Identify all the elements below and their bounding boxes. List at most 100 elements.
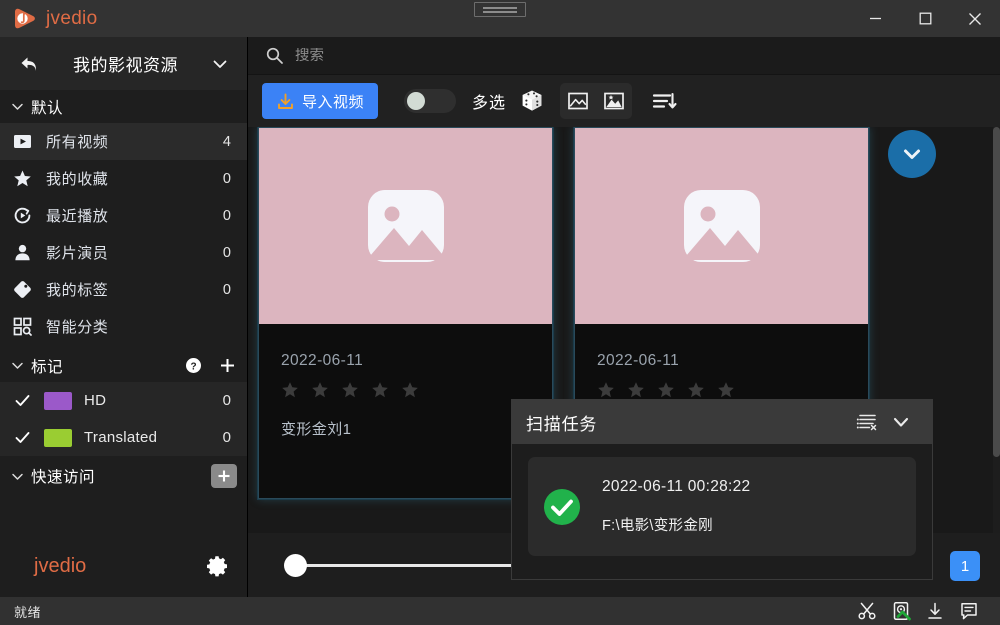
star-icon (282, 382, 298, 398)
dice-icon[interactable] (514, 83, 550, 119)
video-card-rating[interactable] (597, 381, 846, 399)
image-outline-icon[interactable] (560, 83, 596, 119)
plus-box-icon[interactable] (211, 464, 237, 488)
download-import-icon (276, 92, 295, 111)
sidebar-item-recent-play-label: 最近播放 (46, 208, 109, 225)
sidebar-footer: jvedio (0, 535, 248, 597)
play-rect-icon (12, 132, 32, 151)
scan-task-item[interactable]: 2022-06-11 00:28:22 F:\电影\变形金刚 (528, 457, 916, 556)
chevron-down-circle-icon[interactable] (888, 130, 936, 178)
star-icon (312, 382, 328, 398)
title-bar: jvedio (0, 0, 1000, 37)
sidebar-tag-translated-count: 0 (222, 429, 231, 446)
app-window: jvedio 我的影视资源 默认 所有视频 4 我的收藏 0 最近播放 0 影片… (0, 0, 1000, 625)
chevron-down-icon (10, 99, 25, 114)
import-video-button[interactable]: 导入视频 (262, 83, 379, 119)
sidebar-library-title: 我的影视资源 (73, 56, 178, 75)
sidebar-group-marks[interactable]: 标记 ? (0, 349, 247, 382)
star-icon (402, 382, 418, 398)
app-brand: jvedio (0, 6, 248, 31)
vertical-scrollbar[interactable] (993, 127, 1000, 597)
import-video-label: 导入视频 (302, 93, 365, 111)
sidebar-group-quick-access[interactable]: 快速访问 (0, 456, 247, 496)
sidebar-item-smart-category[interactable]: 智能分类 (0, 308, 247, 345)
svg-text:?: ? (190, 361, 196, 372)
sidebar-tag-translated[interactable]: Translated 0 (0, 419, 247, 456)
window-drag-handle-icon[interactable] (474, 2, 526, 17)
sidebar: 我的影视资源 默认 所有视频 4 我的收藏 0 最近播放 0 影片演员 0 我的… (0, 37, 248, 597)
search-input[interactable] (295, 47, 982, 64)
scan-task-dialog-title: 扫描任务 (526, 414, 598, 434)
scrollbar-thumb[interactable] (993, 127, 1000, 457)
plus-icon[interactable] (218, 356, 237, 375)
sidebar-group-default-label: 默认 (31, 99, 64, 117)
chevron-down-icon (10, 358, 25, 373)
recent-play-icon (12, 206, 32, 225)
star-icon (12, 169, 32, 188)
sidebar-tag-translated-label: Translated (84, 429, 158, 446)
star-icon (628, 382, 644, 398)
multiselect-label[interactable]: 多选 (472, 89, 506, 113)
image-placeholder-icon (683, 190, 760, 262)
sidebar-item-actors[interactable]: 影片演员 0 (0, 234, 247, 271)
sidebar-footer-logo: jvedio (34, 554, 87, 577)
sidebar-item-favorites-label: 我的收藏 (46, 171, 109, 188)
view-mode-group (560, 83, 633, 119)
video-thumbnail (259, 128, 552, 324)
sidebar-group-default[interactable]: 默认 (0, 90, 247, 123)
jvedio-play-logo-icon (12, 6, 37, 31)
page-number-badge[interactable]: 1 (950, 551, 980, 581)
search-icon (266, 47, 283, 64)
sidebar-header: 我的影视资源 (0, 37, 247, 90)
video-card-rating[interactable] (281, 381, 530, 399)
sidebar-item-all-videos[interactable]: 所有视频 4 (0, 123, 247, 160)
toolbar: 导入视频 多选 (248, 75, 1000, 127)
sidebar-item-actors-count: 0 (222, 244, 231, 261)
star-icon (598, 382, 614, 398)
chevron-down-icon[interactable] (884, 411, 918, 433)
scan-task-timestamp: 2022-06-11 00:28:22 (602, 478, 751, 495)
sidebar-item-favorites-count: 0 (222, 170, 231, 187)
scissors-icon[interactable] (850, 597, 884, 625)
sidebar-tag-hd-label: HD (84, 392, 107, 409)
scan-task-dialog: 扫描任务 2022-06-11 00:28:22 F:\电影\变形金刚 (511, 399, 933, 580)
toggle-switch-off-icon[interactable] (404, 89, 457, 113)
sidebar-item-recent-play[interactable]: 最近播放 0 (0, 197, 247, 234)
tag-icon (12, 280, 32, 299)
scan-task-path: F:\电影\变形金刚 (602, 518, 713, 534)
image-filled-icon[interactable] (596, 83, 632, 119)
slider-knob[interactable] (284, 554, 307, 577)
tag-color-swatch (44, 391, 72, 410)
sidebar-tag-hd-count: 0 (222, 392, 231, 409)
back-arrow-icon[interactable] (14, 53, 44, 75)
star-icon (372, 382, 388, 398)
download-icon[interactable] (918, 597, 952, 625)
sidebar-item-favorites[interactable]: 我的收藏 0 (0, 160, 247, 197)
sidebar-item-tags-label: 我的标签 (46, 282, 109, 299)
search-bar (248, 37, 1000, 75)
sidebar-item-tags[interactable]: 我的标签 0 (0, 271, 247, 308)
app-title: jvedio (46, 7, 98, 29)
chevron-down-icon[interactable] (207, 55, 233, 73)
smart-grid-search-icon (12, 317, 32, 336)
status-bar: 就绪 (0, 597, 1000, 625)
close-button[interactable] (950, 0, 1000, 37)
video-card-meta: 2022-06-11 变形金刘1 (259, 324, 552, 439)
help-circle-icon[interactable]: ? (185, 357, 202, 374)
message-icon[interactable] (952, 597, 986, 625)
gear-icon[interactable] (206, 554, 230, 578)
tag-color-swatch (44, 428, 72, 447)
clear-list-icon[interactable] (850, 411, 884, 433)
sidebar-tag-hd[interactable]: HD 0 (0, 382, 247, 419)
disk-check-icon[interactable] (884, 597, 918, 625)
sidebar-item-tags-count: 0 (222, 281, 231, 298)
check-icon (14, 392, 32, 409)
video-card-date: 2022-06-11 (281, 352, 364, 369)
maximize-button[interactable] (900, 0, 950, 37)
sort-descending-icon[interactable] (646, 83, 682, 119)
minimize-button[interactable] (850, 0, 900, 37)
video-card[interactable]: 2022-06-11 变形金刘1 (258, 127, 553, 499)
toggle-knob (407, 92, 426, 110)
sidebar-item-recent-play-count: 0 (222, 207, 231, 224)
star-icon (658, 382, 674, 398)
